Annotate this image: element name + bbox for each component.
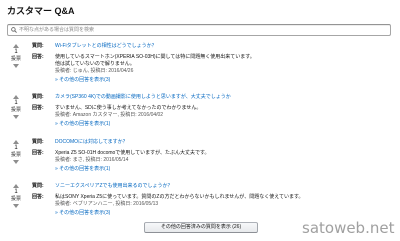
- watermark: satoweb.net: [302, 219, 395, 237]
- vote-count: 1: [14, 189, 18, 195]
- answer-meta: 投稿者: Amazon カスタマー, 投稿日: 2016/04/02: [55, 112, 164, 118]
- qa-item: 1 投票 質問: Wi-Fiタブレットとの相性はどうでしょうか？ 回答: 使用し…: [0, 43, 400, 83]
- vote-widget: 1 投票: [9, 183, 23, 208]
- vote-widget: 1 投票: [9, 139, 23, 164]
- see-more-answers-link[interactable]: » その他の回答を表示(1): [55, 120, 110, 128]
- answer-text: 私はSONY Xperia Z5に使っています。質問のZの方だとわからないかもし…: [55, 194, 304, 200]
- vote-label: 投票: [10, 196, 21, 202]
- answer-text: Xperia Z5 SO-01H docomoで使用していますが、たぶん大丈夫で…: [55, 150, 210, 156]
- vote-label: 投票: [10, 56, 21, 62]
- answer-text: 他は試していないので解りません。: [55, 61, 135, 67]
- search-box[interactable]: [7, 24, 391, 36]
- qa-content: 質問: ソニーエクスペリアZでも使用出来るのでしょうか？ 回答: 私はSONY …: [32, 183, 303, 217]
- question-label: 質問:: [32, 94, 44, 100]
- search-input[interactable]: [19, 25, 379, 35]
- question-label: 質問:: [32, 139, 44, 145]
- vote-down-icon[interactable]: [13, 204, 19, 208]
- answer-label: 回答:: [32, 150, 44, 156]
- vote-widget: 1 投票: [9, 43, 23, 68]
- question-link[interactable]: Wi-Fiタブレットとの相性はどうでしょうか？: [55, 43, 157, 54]
- see-more-answers-link[interactable]: » その他の回答を表示(1): [55, 165, 110, 173]
- vote-down-icon[interactable]: [13, 115, 19, 119]
- qa-content: 質問: DOCOMOには対応してますか？ 回答: Xperia Z5 SO-01…: [32, 139, 210, 173]
- answer-label: 回答:: [32, 105, 44, 111]
- answer-meta: 投稿者: ベブリアンハニー, 投稿日: 2016/05/13: [55, 201, 159, 207]
- vote-label: 投票: [10, 107, 21, 113]
- question-link[interactable]: DOCOMOには対応してますか？: [55, 139, 128, 150]
- vote-label: 投票: [10, 152, 21, 158]
- page-title: カスタマー Q&A: [7, 6, 75, 16]
- answer-label: 回答:: [32, 54, 44, 60]
- question-link[interactable]: カメラ(SP360 4K)での動画撮影に使用しようと思いますが、大丈夫でしょうか: [55, 94, 231, 105]
- search-icon: [11, 27, 17, 33]
- qa-item: 1 投票 質問: DOCOMOには対応してますか？ 回答: Xperia Z5 …: [0, 139, 400, 179]
- qa-item: 1 投票 質問: ソニーエクスペリアZでも使用出来るのでしょうか？ 回答: 私は…: [0, 183, 400, 223]
- vote-count: 1: [14, 145, 18, 151]
- vote-up-icon[interactable]: [13, 44, 19, 48]
- answer-meta: 投稿者: まさ, 投稿日: 2016/05/14: [55, 157, 129, 163]
- qa-item: 1 投票 質問: カメラ(SP360 4K)での動画撮影に使用しようと思いますが…: [0, 94, 400, 134]
- see-more-answers-link[interactable]: » その他の回答を表示(3): [55, 76, 110, 84]
- question-link[interactable]: ソニーエクスペリアZでも使用出来るのでしょうか？: [55, 183, 173, 194]
- see-more-questions-button[interactable]: その他の回答済みの質問を表示 (26): [144, 222, 258, 233]
- vote-count: 1: [14, 49, 18, 55]
- question-label: 質問:: [32, 43, 44, 49]
- vote-widget: 1 投票: [9, 94, 23, 119]
- answer-text: すいません、SDに使う事しか考えてなかったのでわかりません。: [55, 105, 202, 111]
- vote-up-icon[interactable]: [13, 95, 19, 99]
- answer-meta: 投稿者: じゅん, 投稿日: 2016/04/26: [55, 68, 134, 74]
- vote-count: 1: [14, 100, 18, 106]
- question-label: 質問:: [32, 183, 44, 189]
- vote-down-icon[interactable]: [13, 64, 19, 68]
- qa-content: 質問: カメラ(SP360 4K)での動画撮影に使用しようと思いますが、大丈夫で…: [32, 94, 231, 128]
- qa-content: 質問: Wi-Fiタブレットとの相性はどうでしょうか？ 回答: 使用しているスマ…: [32, 43, 255, 84]
- see-more-answers-link[interactable]: » その他の回答を表示(3): [55, 209, 110, 217]
- answer-label: 回答:: [32, 194, 44, 200]
- vote-up-icon[interactable]: [13, 184, 19, 188]
- vote-up-icon[interactable]: [13, 140, 19, 144]
- vote-down-icon[interactable]: [13, 160, 19, 164]
- answer-text: 使用しているスマートホン(XPERIA SO-03H)に関しては特に問題無く使用…: [55, 54, 255, 60]
